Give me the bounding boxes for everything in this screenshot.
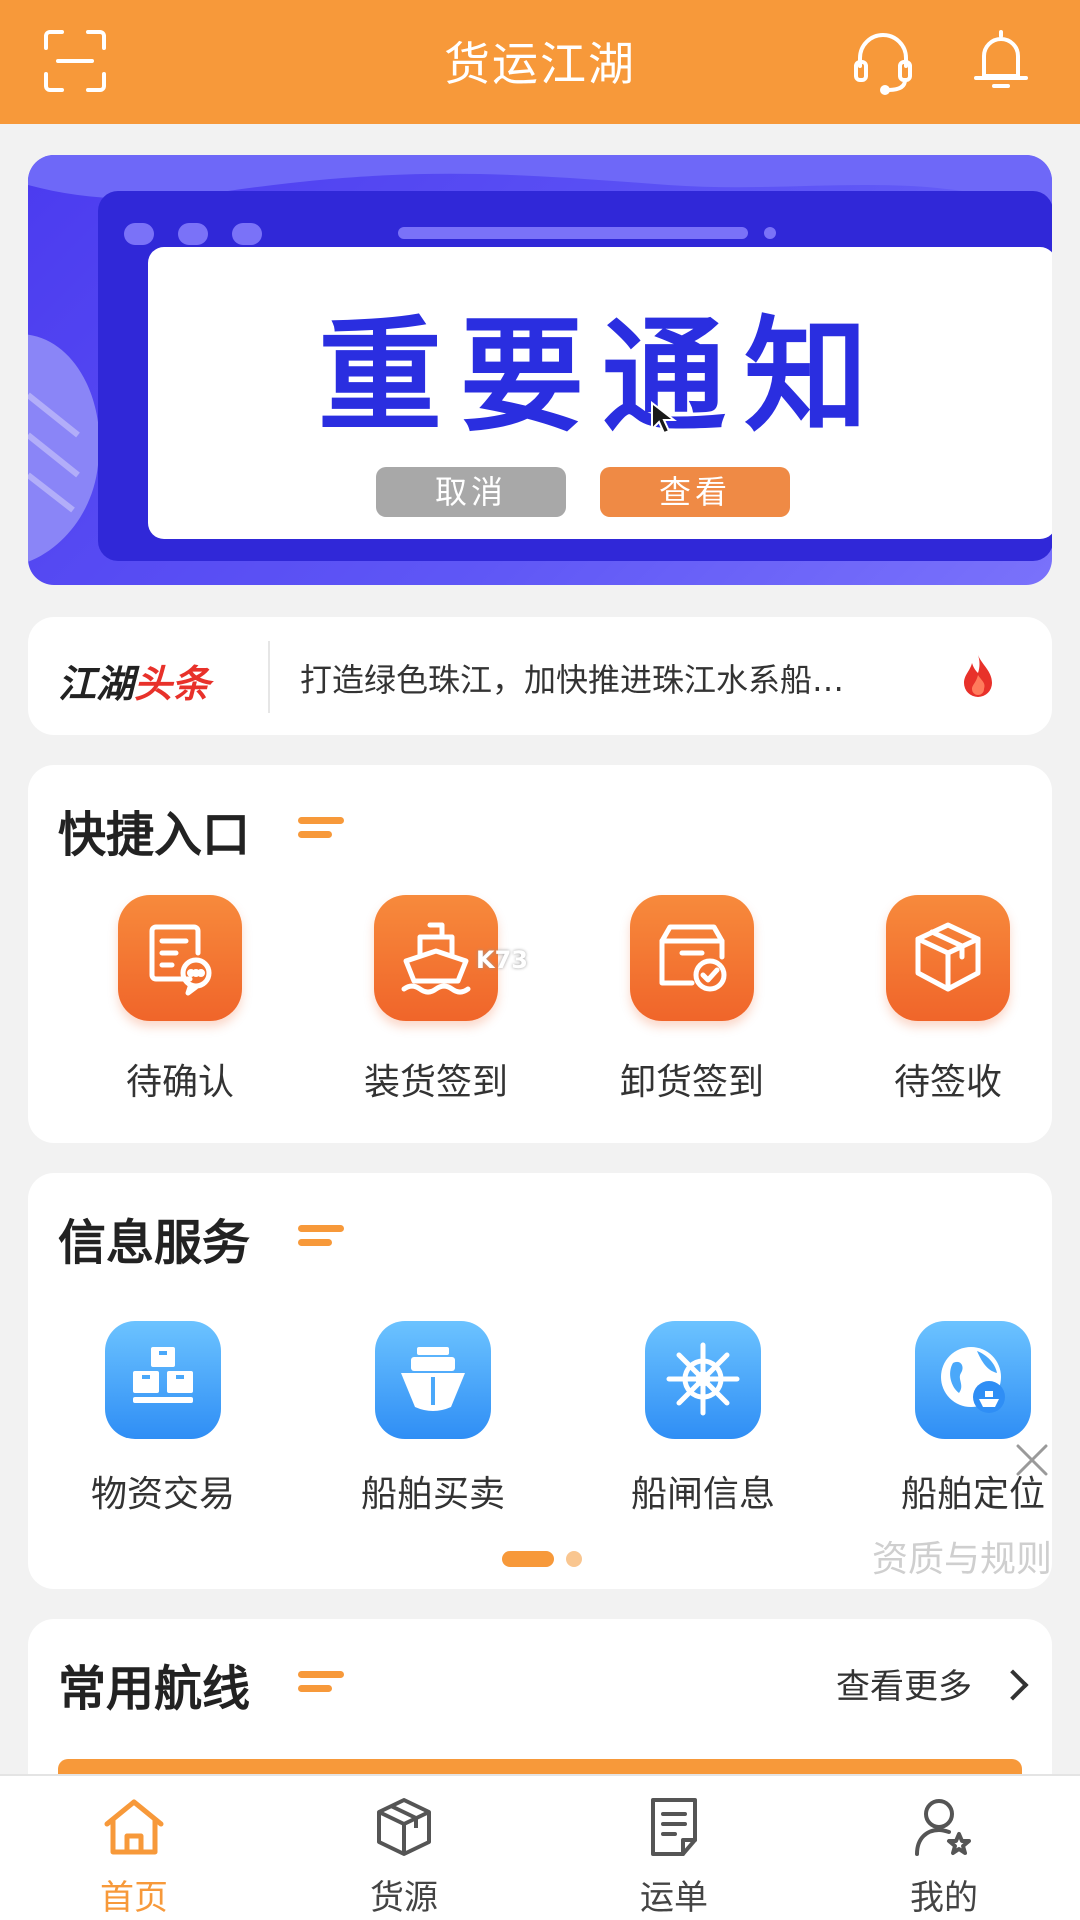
quick-item-pending-receipt[interactable]: 待签收 (858, 895, 1038, 1105)
qualification-rules-link[interactable]: 资质与规则 (872, 1530, 1052, 1582)
document-chat-icon (118, 895, 242, 1021)
close-icon[interactable] (1014, 1442, 1050, 1478)
window-dot (178, 223, 208, 245)
info-item-lock-info[interactable]: 船闸信息 (598, 1321, 808, 1517)
boxes-icon (105, 1321, 221, 1439)
notice-banner[interactable]: 重要通知 取消 查看 (28, 155, 1052, 585)
tab-home[interactable]: 首页 (64, 1794, 204, 1919)
title-mark-icon (298, 1667, 346, 1697)
headline-brand-logo: 江湖头条 (58, 662, 211, 706)
info-services-card: 信息服务 物资交易 船舶买卖 船闸信息 船舶定位 (28, 1173, 1052, 1589)
quick-item-label: 待签收 (893, 1062, 1002, 1103)
waybill-icon (651, 1798, 697, 1856)
app-header: 货运江湖 (0, 0, 1080, 124)
section-title: 快捷入口 (58, 807, 251, 863)
quick-item-unloading-checkin[interactable]: 卸货签到 (602, 895, 782, 1105)
quick-item-pending-confirm[interactable]: 待确认 (90, 895, 270, 1105)
watermark-logo: K73 (476, 946, 528, 974)
ship-front-icon (375, 1321, 491, 1439)
tab-waybill[interactable]: 运单 (604, 1794, 744, 1919)
info-item-label: 船舶买卖 (360, 1474, 505, 1515)
tab-mine[interactable]: 我的 (874, 1794, 1014, 1919)
box-check-icon (630, 895, 754, 1021)
quick-item-label: 卸货签到 (619, 1062, 764, 1103)
user-star-icon (915, 1799, 971, 1856)
home-icon (104, 1799, 164, 1855)
window-address-dot (764, 227, 776, 239)
section-title: 常用航线 (58, 1661, 251, 1717)
banner-cancel-button[interactable]: 取消 (376, 467, 566, 517)
banner-view-button[interactable]: 查看 (600, 467, 790, 517)
quick-item-label: 待确认 (125, 1062, 234, 1103)
info-item-ship-trade[interactable]: 船舶买卖 (328, 1321, 538, 1517)
section-title: 信息服务 (58, 1215, 251, 1271)
quick-item-loading-checkin[interactable]: 装货签到 (346, 895, 526, 1105)
banner-notice-card: 重要通知 取消 查看 (148, 247, 1052, 539)
headline-strip[interactable]: 江湖头条 打造绿色珠江，加快推进珠江水系船… (28, 617, 1052, 735)
bottom-tab-bar: 首页 货源 运单 我的 (0, 1774, 1080, 1920)
helm-icon (645, 1321, 761, 1439)
window-dot (232, 223, 262, 245)
tab-label: 首页 (100, 1878, 168, 1918)
quick-entry-card: 快捷入口 待确认 装货签到 卸货签到 待签收 (28, 765, 1052, 1143)
headset-icon[interactable] (848, 26, 918, 96)
divider (268, 641, 270, 713)
bell-icon[interactable] (966, 26, 1036, 96)
info-item-material-trade[interactable]: 物资交易 (58, 1321, 268, 1517)
app-title: 货运江湖 (444, 37, 636, 91)
tab-label: 货源 (370, 1878, 438, 1918)
title-mark-icon (298, 1221, 346, 1251)
cube-icon (377, 1798, 431, 1856)
headline-text[interactable]: 打造绿色珠江，加快推进珠江水系船… (300, 655, 940, 701)
info-item-label: 船闸信息 (630, 1474, 775, 1515)
window-dot (124, 223, 154, 245)
tab-label: 我的 (910, 1878, 978, 1918)
page-dot-active (502, 1551, 554, 1567)
window-address-bar (398, 227, 748, 239)
chevron-right-icon (997, 1669, 1029, 1701)
fire-icon (964, 655, 992, 697)
info-item-ship-location[interactable]: 船舶定位 (868, 1321, 1078, 1517)
globe-ship-icon (915, 1321, 1031, 1439)
quick-item-label: 装货签到 (363, 1062, 508, 1103)
tab-cargo[interactable]: 货源 (334, 1794, 474, 1919)
page-dot (566, 1551, 582, 1567)
title-mark-icon (298, 813, 346, 843)
cursor-icon (651, 401, 677, 435)
banner-heading: 重要通知 (317, 305, 886, 449)
view-more-link[interactable]: 查看更多 (836, 1659, 1029, 1708)
info-item-label: 物资交易 (90, 1474, 235, 1515)
package-icon (886, 895, 1010, 1021)
tab-label: 运单 (640, 1878, 708, 1918)
